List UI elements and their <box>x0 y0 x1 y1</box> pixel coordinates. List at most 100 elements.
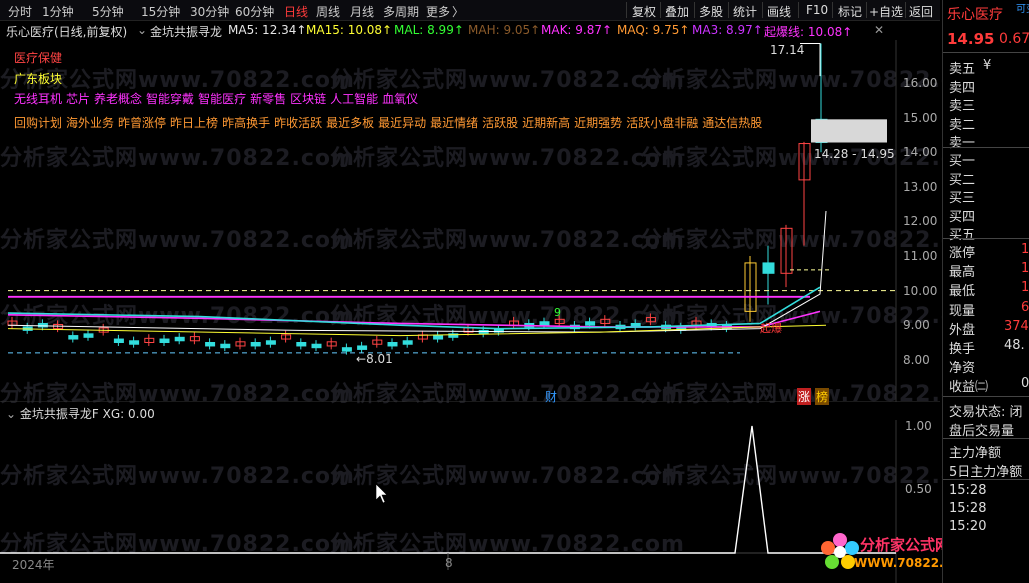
ma-value-0: MA5: 12.34↑ <box>228 23 307 37</box>
year-label: 2024年 <box>12 558 55 572</box>
sub-chart-dropdown-icon[interactable]: ⌄ <box>6 407 16 421</box>
indicator-dropdown-icon[interactable]: ⌄ <box>137 23 147 37</box>
quote-field-label: 换手 <box>949 342 976 357</box>
sub-xg-value: XG: 0.00 <box>102 407 155 421</box>
tab-5min[interactable]: 5分钟 <box>92 3 124 20</box>
maq-line <box>7 286 821 330</box>
quote-field-label: 收益㈡ <box>949 380 989 396</box>
stock-title: 乐心医疗(日线,前复权) <box>6 25 128 39</box>
candle <box>762 262 775 274</box>
overlay-button[interactable]: 叠加 <box>665 3 689 20</box>
price-tick: 11.00 <box>903 249 938 263</box>
quote-field-label: 外盘 <box>949 322 976 338</box>
low-value: 8.01 <box>366 352 393 366</box>
candle <box>585 321 596 326</box>
price-chart[interactable] <box>0 40 940 402</box>
ask-level-label: 卖一 <box>949 136 976 151</box>
quote-field-value: 6 <box>1021 299 1029 315</box>
price-tick: 9.00 <box>903 318 930 333</box>
candle <box>387 342 398 347</box>
ma3-line <box>7 310 821 328</box>
ma-value-2: MAL: 8.99↑ <box>394 23 464 37</box>
quote-field-value: 374 <box>1004 318 1029 334</box>
sub-chart[interactable] <box>0 420 940 583</box>
ask-level-label: 卖三 <box>949 99 976 114</box>
main-net-flow: 主力净额 <box>949 446 1002 461</box>
back-button[interactable]: 返回 <box>909 3 933 20</box>
price-change: 0.67 <box>999 31 1029 47</box>
tab-weekly[interactable]: 周线 <box>316 3 340 20</box>
signal-9: 9 <box>554 306 561 319</box>
tab-more[interactable]: 更多 <box>426 3 450 20</box>
low-label: ←8.01 <box>356 352 393 366</box>
candle <box>129 340 140 345</box>
mark-button[interactable]: 标记 <box>838 3 862 20</box>
tick-time: 15:20 <box>949 519 987 534</box>
sub-tick-2: 0.50 <box>905 482 932 496</box>
tab-30min[interactable]: 30分钟 <box>190 3 229 20</box>
chevron-right-icon[interactable]: 〉 <box>452 3 464 20</box>
tab-1min[interactable]: 1分钟 <box>42 3 74 20</box>
candle <box>250 342 261 347</box>
bid-level-label: 买一 <box>949 154 976 169</box>
ma-value-7: 起爆线: 10.08↑ <box>764 25 853 39</box>
logo-title: 分析家公式网 <box>860 536 951 554</box>
indicator-info-line: 乐心医疗(日线,前复权) ⌄ 金坑共振寻龙 ✕ MA5: 12.34↑ MA15:… <box>0 21 940 39</box>
price-tick: 15.00 <box>903 110 938 125</box>
candle <box>113 338 124 344</box>
fuquan-button[interactable]: 复权 <box>632 3 656 20</box>
ma-value-3: MAH: 9.05↑ <box>468 23 541 37</box>
multi-stock-button[interactable]: 多股 <box>699 3 723 20</box>
candle <box>296 342 307 347</box>
sub-tick-1: 1.00 <box>905 419 932 433</box>
tick-time: 15:28 <box>949 501 987 516</box>
price-tick: 10.00 <box>903 283 938 298</box>
quote-field-value: 48. <box>1004 338 1025 353</box>
bang-badge: 榜 <box>815 388 830 405</box>
tab-monthly[interactable]: 月线 <box>350 3 374 20</box>
tab-daily[interactable]: 日线 <box>284 3 308 20</box>
candle <box>37 322 48 328</box>
ma-value-5: MAQ: 9.75↑ <box>617 23 690 37</box>
quote-panel: 乐心医疗 可变 14.95 0.67 卖五卖四卖三卖二卖一 ¥ 买一买二买三买四买… <box>942 0 1029 583</box>
quote-field-label: 现量 <box>949 303 976 319</box>
f10-button[interactable]: F10 <box>806 3 828 17</box>
candle <box>205 342 216 347</box>
candle <box>68 335 79 340</box>
variable-tag: 可变 <box>1016 4 1029 15</box>
candle <box>83 333 94 338</box>
after-hours-volume: 盘后交易量 <box>949 424 1015 439</box>
draw-line-button[interactable]: 画线 <box>767 3 791 20</box>
price-tick: 12.00 <box>903 214 938 229</box>
quote-field-value: 0 <box>1021 376 1029 392</box>
site-logo: 分析家公式网 WWW.70822.COM <box>820 528 975 580</box>
top-toolbar: 分时 1分钟 5分钟 15分钟 30分钟 60分钟 日线 周线 月线 多周期 更… <box>0 0 940 21</box>
high-label: 17.14 <box>770 43 805 57</box>
sub-indicator-name[interactable]: 金坑共振寻龙F <box>20 407 99 421</box>
tab-15min[interactable]: 15分钟 <box>141 3 180 20</box>
month-label: 8 <box>445 556 453 570</box>
currency-icon: ¥ <box>983 58 992 73</box>
tab-60min[interactable]: 60分钟 <box>235 3 274 20</box>
stats-button[interactable]: 统计 <box>733 3 757 20</box>
tick-time: 15:28 <box>949 483 987 498</box>
candle <box>357 345 368 350</box>
candle <box>265 340 276 345</box>
ma-value-4: MAK: 9.87↑ <box>541 23 613 37</box>
indicator-name[interactable]: 金坑共振寻龙 <box>150 23 222 40</box>
candle <box>220 343 231 349</box>
tab-fenshi[interactable]: 分时 <box>8 3 32 20</box>
close-icon[interactable]: ✕ <box>874 23 884 37</box>
trade-status: 交易状态: 闭 <box>949 405 1023 420</box>
quote-field-value: 1 <box>1021 242 1029 257</box>
add-watchlist-button[interactable]: +自选 <box>869 3 903 20</box>
candle <box>402 340 413 345</box>
ma-value-6: MA3: 8.97↑ <box>692 23 763 37</box>
tab-multi-period[interactable]: 多周期 <box>383 3 419 20</box>
quote-field-label: 最高 <box>949 265 976 281</box>
quote-field-value: 1 <box>1021 280 1029 296</box>
candle <box>433 335 444 340</box>
price-tick: 8.00 <box>903 352 930 367</box>
range-box <box>811 119 887 143</box>
candle <box>159 338 170 344</box>
